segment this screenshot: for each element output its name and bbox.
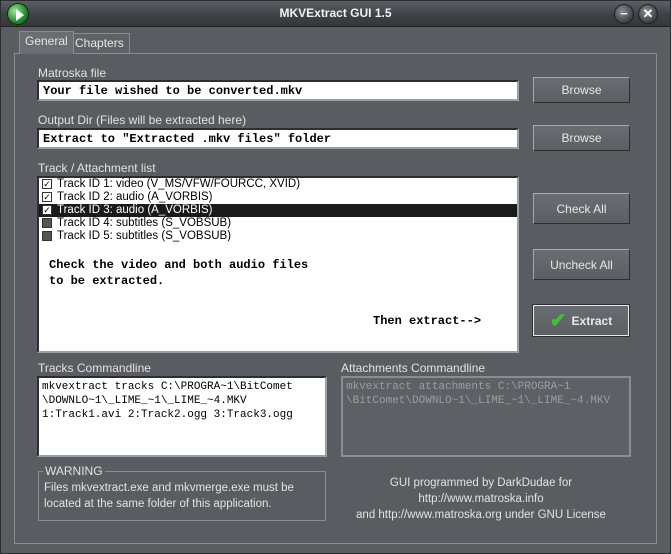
output-browse-button[interactable]: Browse xyxy=(533,125,630,151)
track-item-label: Track ID 5: subtitles (S_VOBSUB) xyxy=(57,230,232,242)
checkbox-unchecked-icon[interactable] xyxy=(42,231,52,241)
instruction-extract-note: Then extract--> xyxy=(373,314,482,328)
track-item-4[interactable]: Track ID 4: subtitles (S_VOBSUB) xyxy=(39,217,517,230)
track-item-label: Track ID 3: audio (A_VORBIS) xyxy=(57,204,213,216)
tracks-commandline-textbox[interactable]: mkvextract tracks C:\PROGRA~1\BitComet \… xyxy=(37,376,327,457)
close-button[interactable]: ✕ xyxy=(638,4,658,24)
tab-chapters[interactable]: Chapters xyxy=(69,33,130,53)
matroska-file-input[interactable]: Your file wished to be converted.mkv xyxy=(37,80,519,101)
tab-general[interactable]: General xyxy=(19,31,74,54)
instruction-note-line2: to be extracted. xyxy=(49,274,165,288)
instruction-note-line1: Check the video and both audio files xyxy=(49,258,309,272)
main-window: MKVExtract GUI 1.5 − ✕ General Chapters … xyxy=(0,0,671,554)
uncheck-all-button[interactable]: Uncheck All xyxy=(533,249,630,280)
credits: GUI programmed by DarkDudae for http://w… xyxy=(331,475,631,523)
extract-button[interactable]: ✔ Extract xyxy=(532,304,630,337)
checkbox-checked-icon[interactable]: ✓ xyxy=(42,192,52,202)
attachments-commandline-textbox[interactable]: mkvextract attachments C:\PROGRA~1 \BitC… xyxy=(341,376,631,457)
output-dir-input[interactable]: Extract to "Extracted .mkv files" folder xyxy=(37,128,519,149)
warning-text: Files mkvextract.exe and mkvmerge.exe mu… xyxy=(44,482,294,510)
attachments-commandline-label: Attachments Commandline xyxy=(341,361,486,375)
extract-button-label: Extract xyxy=(571,313,613,328)
window-title: MKVExtract GUI 1.5 xyxy=(279,6,392,20)
track-item-label: Track ID 2: audio (A_VORBIS) xyxy=(57,191,213,203)
track-item-5[interactable]: Track ID 5: subtitles (S_VOBSUB) xyxy=(39,230,517,243)
credits-line2: and http://www.matroska.org under GNU Li… xyxy=(356,509,606,521)
checkbox-checked-icon[interactable]: ✓ xyxy=(42,179,52,189)
matroska-file-label: Matroska file xyxy=(38,66,107,80)
track-list[interactable]: ✓ Track ID 1: video (V_MS/VFW/FOURCC, XV… xyxy=(37,176,519,353)
matroska-browse-button[interactable]: Browse xyxy=(533,77,630,103)
minimize-button[interactable]: − xyxy=(614,4,634,24)
track-item-2[interactable]: ✓ Track ID 2: audio (A_VORBIS) xyxy=(39,191,517,204)
track-item-label: Track ID 1: video (V_MS/VFW/FOURCC, XVID… xyxy=(57,178,301,190)
track-item-3[interactable]: ✓ Track ID 3: audio (A_VORBIS) xyxy=(39,204,517,217)
checkmark-icon: ✔ xyxy=(549,309,567,332)
warning-title: WARNING xyxy=(43,464,105,478)
checkbox-unchecked-icon[interactable] xyxy=(42,218,52,228)
check-all-button[interactable]: Check All xyxy=(533,193,630,224)
track-list-label: Track / Attachment list xyxy=(38,161,156,175)
credits-line1: GUI programmed by DarkDudae for http://w… xyxy=(389,477,573,505)
title-bar[interactable]: MKVExtract GUI 1.5 − ✕ xyxy=(1,1,670,27)
checkbox-checked-icon[interactable]: ✓ xyxy=(42,205,52,215)
output-dir-label: Output Dir (Files will be extracted here… xyxy=(38,113,247,127)
tracks-commandline-label: Tracks Commandline xyxy=(38,361,151,375)
track-item-1[interactable]: ✓ Track ID 1: video (V_MS/VFW/FOURCC, XV… xyxy=(39,178,517,191)
track-item-label: Track ID 4: subtitles (S_VOBSUB) xyxy=(57,217,232,229)
